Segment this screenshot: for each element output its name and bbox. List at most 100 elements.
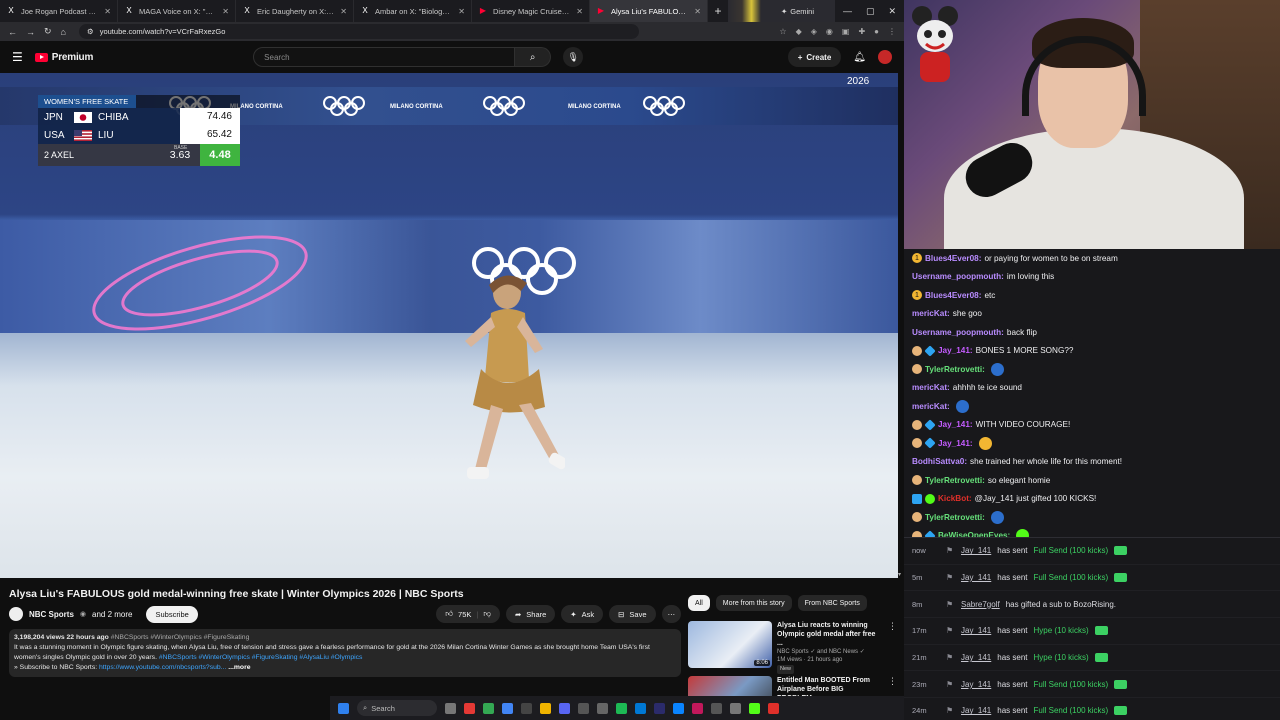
event-user[interactable]: Jay_141 (961, 653, 991, 662)
chat-username[interactable]: Jay_141: (938, 346, 973, 355)
site-info-icon[interactable]: ⚙ (87, 27, 94, 36)
app-icon[interactable] (578, 702, 589, 714)
recommendation-thumbnail[interactable]: 8:06 (688, 621, 772, 668)
chat-username[interactable]: Username_poopmouth: (912, 328, 1004, 337)
stats-tags[interactable]: #NBCSports #WinterOlympics #FigureSkatin… (111, 634, 250, 641)
tab-close-icon[interactable]: ✕ (458, 7, 465, 16)
chat-username[interactable]: Blues4Ever08: (925, 291, 981, 300)
app-icon[interactable] (635, 702, 646, 714)
browser-tab[interactable]: X Eric Daugherty on X: "BREA ✕ (236, 0, 354, 22)
description-tags[interactable]: #NBCSports #WinterOlympics #FigureSkatin… (159, 654, 363, 661)
notifications-bell-icon[interactable]: 🔔︎ (853, 52, 866, 63)
youtube-logo[interactable]: Premium (34, 52, 93, 63)
start-icon[interactable] (338, 702, 349, 714)
save-button[interactable]: ⊟ Save (609, 605, 656, 623)
chat-username[interactable]: TylerRetrovetti: (925, 365, 985, 374)
chat-username[interactable]: Username_poopmouth: (912, 272, 1004, 281)
event-user[interactable]: Sabre7golf (961, 600, 1000, 609)
extension-icon[interactable]: ◈ (811, 27, 817, 36)
chat-username[interactable]: KickBot: (938, 494, 972, 503)
extension-icon[interactable]: ▣ (842, 27, 850, 36)
gemini-button[interactable]: ✦ Gemini (774, 0, 835, 22)
tab-close-icon[interactable]: ✕ (340, 7, 347, 16)
voice-search-button[interactable]: 🎙︎ (563, 47, 584, 67)
event-user[interactable]: Jay_141 (961, 573, 991, 582)
folder-icon[interactable] (540, 702, 551, 714)
chat-username[interactable]: mericKat: (912, 309, 950, 318)
channel-avatar[interactable] (9, 607, 23, 621)
browser-tab[interactable]: ▶ Alysa Liu's FABULOUS gold ✕ (590, 0, 708, 22)
ask-button[interactable]: ✦ Ask (561, 605, 604, 623)
scroll-down-arrow-icon[interactable]: ▾ (898, 571, 901, 578)
puzzle-icon[interactable]: ✚ (858, 27, 865, 36)
taskbar-search[interactable]: ⌕ Search (357, 700, 437, 716)
chrome-icon[interactable] (483, 702, 494, 714)
more-actions-button[interactable]: ⋯ (661, 605, 681, 623)
home-icon[interactable]: ⌂ (61, 27, 66, 37)
app-icon[interactable] (692, 702, 703, 714)
app-icon[interactable] (654, 702, 665, 714)
url-field[interactable]: ⚙ youtube.com/watch?v=VCrFaRxezGo (78, 24, 639, 39)
channel-name[interactable]: NBC Sports (29, 610, 74, 619)
account-avatar[interactable] (878, 50, 892, 64)
subscribe-button[interactable]: Subscribe (146, 605, 198, 623)
minimize-icon[interactable]: — (843, 6, 852, 16)
reload-icon[interactable]: ↻ (44, 26, 52, 37)
app-icon[interactable] (673, 702, 684, 714)
chat-username[interactable]: Jay_141: (938, 439, 973, 448)
more-options-icon[interactable]: ⋮ (888, 621, 897, 674)
event-user[interactable]: Jay_141 (961, 546, 991, 555)
browser-tab[interactable]: X Joe Rogan Podcast News on X: ✕ (0, 0, 118, 22)
app-icon[interactable] (464, 702, 475, 714)
app-icon[interactable] (730, 702, 741, 714)
maximize-icon[interactable]: ▢ (866, 6, 875, 17)
filter-chip[interactable]: From NBC Sports (797, 595, 867, 611)
discord-icon[interactable] (559, 702, 570, 714)
extension-icon[interactable]: ◆ (796, 27, 802, 36)
chat-username[interactable]: BodhiSattva0: (912, 457, 967, 466)
show-more-link[interactable]: ...more (228, 664, 250, 671)
app-icon[interactable] (521, 702, 532, 714)
hamburger-menu-icon[interactable]: ☰ (12, 50, 23, 64)
profile-icon[interactable]: ● (874, 27, 879, 36)
filter-chip[interactable]: All (688, 595, 710, 611)
search-button[interactable]: ⌕ (515, 47, 552, 67)
browser-tab[interactable]: ▶ Disney Magic Cruise 2026 | 5- ✕ (472, 0, 590, 22)
like-button[interactable]: 👍︎ 75K | 👎︎ (436, 605, 500, 623)
chat-username[interactable]: Jay_141: (938, 420, 973, 429)
event-user[interactable]: Jay_141 (961, 706, 991, 715)
search-input[interactable]: Search (253, 47, 516, 67)
chat-username[interactable]: mericKat: (912, 402, 950, 411)
thumbs-down-icon[interactable]: 👎︎ (483, 609, 491, 619)
spotify-icon[interactable] (616, 702, 627, 714)
chat-username[interactable]: TylerRetrovetti: (925, 513, 985, 522)
share-button[interactable]: ➦ Share (505, 605, 556, 623)
tab-close-icon[interactable]: ✕ (694, 7, 701, 16)
tab-close-icon[interactable]: ✕ (576, 7, 583, 16)
chat-username[interactable]: Blues4Ever08: (925, 254, 981, 263)
filter-chip[interactable]: More from this story (715, 595, 792, 611)
browser-tab[interactable]: X Ambar on X: "Biology doesn't c ✕ (354, 0, 472, 22)
new-tab-button[interactable]: + (708, 0, 728, 22)
chat-username[interactable]: mericKat: (912, 383, 950, 392)
task-view-icon[interactable] (445, 702, 456, 714)
back-icon[interactable]: ← (8, 27, 17, 37)
video-player[interactable]: MILANO CORTINA MILANO CORTINA MILANO COR… (0, 73, 898, 578)
forward-icon[interactable]: → (26, 27, 35, 37)
app-icon[interactable] (597, 702, 608, 714)
menu-icon[interactable]: ⋮ (888, 27, 896, 36)
tab-close-icon[interactable]: ✕ (104, 7, 111, 16)
app-icon[interactable] (768, 702, 779, 714)
event-user[interactable]: Jay_141 (961, 626, 991, 635)
app-icon[interactable] (502, 702, 513, 714)
browser-tab[interactable]: X MAGA Voice on X: "HOLY SH ✕ (118, 0, 236, 22)
tab-close-icon[interactable]: ✕ (222, 7, 229, 16)
chat-username[interactable]: TylerRetrovetti: (925, 476, 985, 485)
recommendation-title[interactable]: Alysa Liu reacts to winning Olympic gold… (777, 621, 883, 648)
close-icon[interactable]: ✕ (888, 6, 896, 17)
recommendation-channel[interactable]: NBC Sports ✓ and NBC News ✓ (777, 648, 883, 656)
bookmark-star-icon[interactable]: ☆ (779, 27, 786, 36)
extension-icon[interactable]: ◉ (826, 27, 833, 36)
description-box[interactable]: 3,198,204 views 22 hours ago #NBCSports … (9, 629, 681, 677)
app-icon[interactable] (711, 702, 722, 714)
